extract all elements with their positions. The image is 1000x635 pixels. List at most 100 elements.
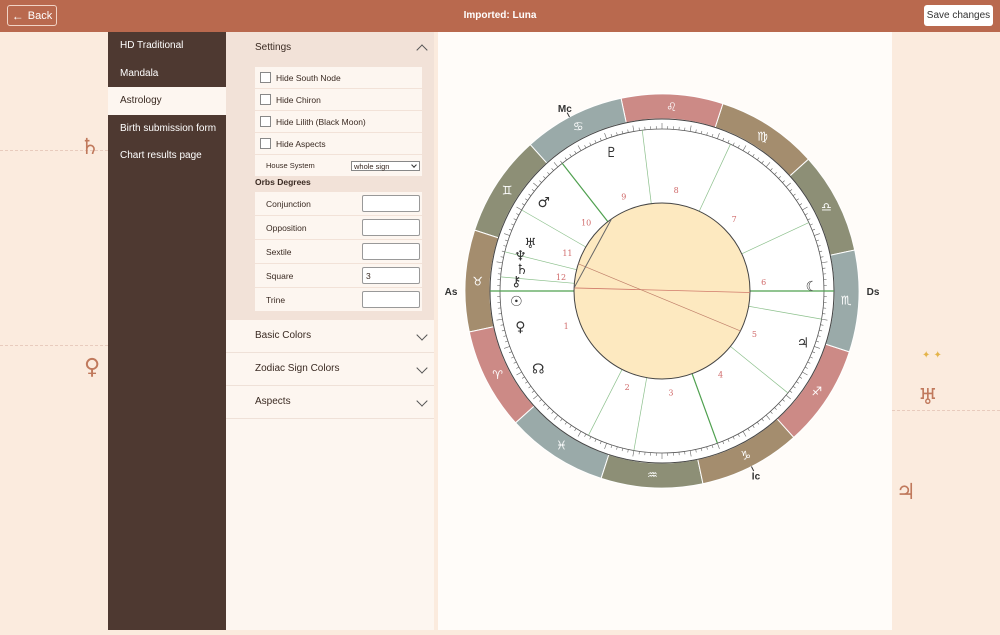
orbs-degrees-title: Orbs Degrees (255, 177, 311, 187)
house-number: 8 (674, 186, 679, 195)
checkbox-row-hide-lilith: Hide Lilith (Black Moon) (255, 111, 422, 133)
saturn-icon: ♄ (80, 135, 100, 160)
house-number: 7 (732, 215, 737, 224)
uranus-icon: ♅ (918, 385, 938, 410)
hide-aspects-checkbox[interactable] (260, 138, 271, 149)
chevron-down-icon[interactable] (416, 395, 427, 406)
house-number: 12 (556, 273, 566, 282)
basic-colors-section[interactable]: Basic Colors (226, 320, 434, 353)
checkbox-label: Hide Lilith (Black Moon) (276, 117, 366, 127)
orb-label: Conjunction (266, 199, 311, 209)
zodiac-sign-glyph: ♏ (841, 294, 852, 308)
moon-planet-glyph: ☾ (806, 279, 819, 295)
checkbox-row-hide-chiron: Hide Chiron (255, 89, 422, 111)
house-number: 9 (621, 192, 626, 201)
settings-header[interactable]: Settings (226, 32, 434, 64)
mars-planet-glyph: ♂ (538, 195, 551, 211)
house-system-select[interactable]: whole sign (351, 161, 420, 171)
chiron-planet-glyph: ⚷ (511, 274, 521, 290)
save-changes-button[interactable]: Save changes (924, 5, 993, 26)
imum-coeli-tick (751, 467, 753, 471)
astrology-chart-wheel: ♎♍♌♋♊♉♈♓♒♑♐♏123456789101112♇♂♅♆♄⚷☉♀☊☾♃As… (438, 32, 892, 630)
section-label: Aspects (255, 396, 291, 407)
orb-row-sextile: Sextile (255, 240, 422, 264)
sun-planet-glyph: ☉ (510, 294, 523, 310)
house-number: 11 (562, 249, 572, 258)
sidebar-item-astrology[interactable]: Astrology (108, 87, 226, 115)
venus-icon: ♀ (84, 355, 100, 380)
chevron-down-icon[interactable] (416, 329, 427, 340)
hide-lilith-checkbox[interactable] (260, 116, 271, 127)
checkbox-label: Hide South Node (276, 73, 341, 83)
sidebar-item-hd-traditional[interactable]: HD Traditional (108, 32, 226, 60)
chart-area: ♎♍♌♋♊♉♈♓♒♑♐♏123456789101112♇♂♅♆♄⚷☉♀☊☾♃As… (438, 32, 892, 630)
settings-title: Settings (255, 42, 291, 53)
pluto-planet-glyph: ♇ (605, 145, 618, 161)
zodiac-sign-colors-section[interactable]: Zodiac Sign Colors (226, 353, 434, 386)
midheaven-label: Mc (558, 104, 572, 115)
section-label: Basic Colors (255, 330, 311, 341)
settings-panel: Settings Hide South Node Hide Chiron Hid… (226, 32, 434, 630)
sparkle-icon: ✦ ✦ (922, 350, 942, 361)
center-disc (574, 203, 750, 379)
house-number: 6 (761, 278, 766, 287)
house-number: 5 (752, 330, 757, 339)
orb-row-opposition: Opposition (255, 216, 422, 240)
checkbox-row-hide-aspects: Hide Aspects (255, 133, 422, 155)
settings-section: Settings Hide South Node Hide Chiron Hid… (226, 32, 434, 320)
zodiac-sign-glyph: ♊ (502, 184, 513, 198)
orbs-degrees-group: Conjunction Opposition Sextile Square 3 … (255, 192, 422, 311)
orb-row-square: Square 3 (255, 264, 422, 288)
chevron-down-icon[interactable] (416, 362, 427, 373)
house-system-row: House System whole sign (255, 155, 422, 176)
jupiter-icon: ♃ (896, 480, 916, 505)
zodiac-sign-glyph: ♋ (573, 120, 584, 134)
zodiac-sign-glyph: ♑ (740, 448, 751, 462)
zodiac-sign-glyph: ♉ (472, 274, 483, 288)
house-number: 3 (668, 389, 673, 398)
zodiac-sign-glyph: ♎ (821, 200, 832, 214)
house-number: 4 (718, 371, 723, 380)
hide-chiron-checkbox[interactable] (260, 94, 271, 105)
orb-label: Opposition (266, 223, 307, 233)
page-title: Imported: Luna (0, 0, 1000, 32)
conjunction-input[interactable] (362, 195, 420, 212)
settings-checkbox-group: Hide South Node Hide Chiron Hide Lilith … (255, 67, 422, 176)
venus-planet-glyph: ♀ (515, 319, 525, 335)
sidebar-item-mandala[interactable]: Mandala (108, 60, 226, 88)
orb-label: Trine (266, 295, 285, 305)
chevron-up-icon[interactable] (416, 44, 427, 55)
sextile-input[interactable] (362, 243, 420, 260)
hide-south-node-checkbox[interactable] (260, 72, 271, 83)
deco-line (0, 345, 108, 346)
zodiac-sign-glyph: ♈ (492, 368, 503, 382)
imum-coeli-label: Ic (752, 471, 761, 482)
section-label: Zodiac Sign Colors (255, 363, 339, 374)
deco-line (892, 410, 1000, 411)
orb-label: Sextile (266, 247, 292, 257)
house-system-label: House System (266, 161, 315, 170)
orb-label: Square (266, 271, 293, 281)
checkbox-label: Hide Chiron (276, 95, 321, 105)
zodiac-sign-glyph: ♓ (556, 439, 567, 453)
jupiter-planet-glyph: ♃ (797, 335, 810, 351)
descendant-label: Ds (867, 287, 880, 298)
orb-row-conjunction: Conjunction (255, 192, 422, 216)
square-input[interactable]: 3 (362, 267, 420, 284)
zodiac-sign-glyph: ♍ (757, 129, 768, 143)
checkbox-row-hide-south-node: Hide South Node (255, 67, 422, 89)
zodiac-sign-glyph: ♐ (811, 384, 822, 398)
zodiac-sign-glyph: ♌ (666, 100, 677, 114)
house-number: 10 (581, 219, 591, 228)
sidebar-nav: HD Traditional Mandala Astrology Birth s… (108, 32, 226, 630)
sidebar-item-chart-results-page[interactable]: Chart results page (108, 142, 226, 170)
checkbox-label: Hide Aspects (276, 139, 326, 149)
opposition-input[interactable] (362, 219, 420, 236)
zodiac-sign-glyph: ♒ (647, 468, 658, 482)
aspects-section[interactable]: Aspects (226, 386, 434, 419)
orb-row-trine: Trine (255, 288, 422, 311)
top-bar: ← Back Imported: Luna Save changes (0, 0, 1000, 32)
north-node-planet-glyph: ☊ (532, 361, 544, 377)
sidebar-item-birth-submission-form[interactable]: Birth submission form (108, 115, 226, 143)
trine-input[interactable] (362, 291, 420, 308)
